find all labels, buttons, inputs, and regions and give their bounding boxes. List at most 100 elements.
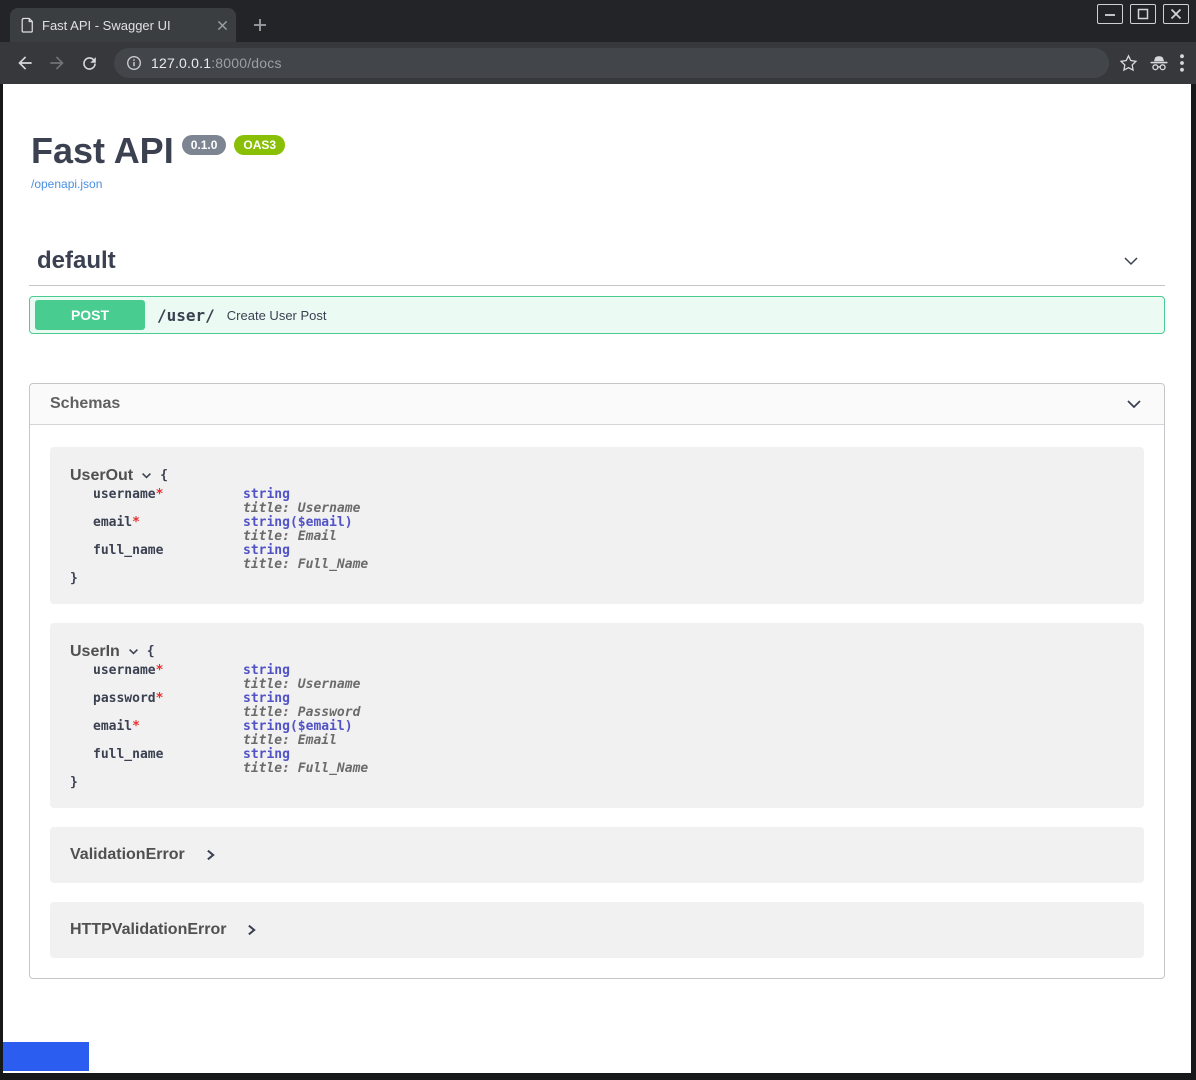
reload-icon xyxy=(80,54,99,73)
new-tab-button[interactable] xyxy=(246,11,274,39)
required-star: * xyxy=(156,663,164,678)
minimize-icon xyxy=(1103,8,1117,20)
info-icon[interactable] xyxy=(126,55,142,71)
tab-title: Fast API - Swagger UI xyxy=(42,18,209,33)
chevron-down-icon[interactable] xyxy=(1124,394,1144,414)
open-brace: { xyxy=(160,467,168,484)
close-icon xyxy=(1169,8,1183,20)
model-userin: UserIn { username* string title: Usernam… xyxy=(50,623,1144,808)
tab-strip: Fast API - Swagger UI xyxy=(0,0,1196,42)
back-button[interactable] xyxy=(10,48,40,78)
property-type: string($email) xyxy=(243,516,368,530)
property-name: email xyxy=(93,515,132,530)
openapi-spec-link[interactable]: /openapi.json xyxy=(31,177,102,191)
window-close-button[interactable] xyxy=(1163,4,1189,24)
url-text: 127.0.0.1:8000/docs xyxy=(151,55,282,71)
three-dots-icon xyxy=(1180,54,1184,72)
property-type: string xyxy=(243,748,368,762)
close-brace: } xyxy=(70,776,1124,790)
bookmark-star-button[interactable] xyxy=(1119,54,1138,73)
forward-arrow-icon xyxy=(47,53,67,73)
reload-button[interactable] xyxy=(74,48,104,78)
property-attr: title: Full_Name xyxy=(243,762,368,776)
browser-toolbar: 127.0.0.1:8000/docs xyxy=(0,42,1196,84)
chevron-right-icon[interactable] xyxy=(205,848,216,862)
status-bubble xyxy=(3,1042,89,1071)
star-icon xyxy=(1119,54,1138,73)
chevron-right-icon[interactable] xyxy=(246,923,257,937)
model-title: UserIn xyxy=(70,643,120,660)
property-type: string xyxy=(243,664,368,678)
property-attr: title: Username xyxy=(243,678,368,692)
window-maximize-button[interactable] xyxy=(1130,4,1156,24)
property-row: username* string title: Username xyxy=(93,664,368,692)
property-name: username xyxy=(93,663,156,678)
model-title: HTTPValidationError xyxy=(70,921,226,939)
property-row: username* string title: Username xyxy=(93,488,368,516)
browser-menu-button[interactable] xyxy=(1180,54,1184,72)
oas3-badge: OAS3 xyxy=(234,135,285,155)
required-star: * xyxy=(132,719,140,734)
property-row: email* string($email) title: Email xyxy=(93,516,368,544)
schemas-body: UserOut { username* string title: Userna… xyxy=(30,425,1164,978)
browser-tab[interactable]: Fast API - Swagger UI xyxy=(10,8,236,42)
endpoint-path: /user/ xyxy=(157,306,215,325)
schemas-section: Schemas UserOut { usern xyxy=(29,383,1165,979)
window-bottom-border xyxy=(0,1073,1196,1080)
post-method-badge: POST xyxy=(35,300,145,330)
property-name: full_name xyxy=(93,747,163,762)
schemas-header[interactable]: Schemas xyxy=(30,384,1164,425)
property-attr: title: Email xyxy=(243,734,368,748)
chevron-down-icon[interactable] xyxy=(140,469,153,482)
version-badge: 0.1.0 xyxy=(182,135,227,155)
model-toggle[interactable]: UserIn { xyxy=(70,643,1124,660)
property-name: full_name xyxy=(93,543,163,558)
window-minimize-button[interactable] xyxy=(1097,4,1123,24)
model-toggle[interactable]: UserOut { xyxy=(70,467,1124,484)
property-type: string xyxy=(243,544,368,558)
toolbar-right xyxy=(1119,54,1186,73)
window-controls xyxy=(1097,4,1189,24)
chevron-down-icon[interactable] xyxy=(127,645,140,658)
property-attr: title: Password xyxy=(243,706,368,720)
maximize-icon xyxy=(1136,8,1150,20)
property-row: full_name string title: Full_Name xyxy=(93,748,368,776)
required-star: * xyxy=(156,691,164,706)
close-icon xyxy=(217,20,228,31)
page-content: Fast API 0.1.0 OAS3 /openapi.json defaul… xyxy=(0,84,1196,1073)
property-attr: title: Full_Name xyxy=(243,558,368,572)
schemas-title: Schemas xyxy=(50,395,120,413)
property-attr: title: Username xyxy=(243,502,368,516)
model-validationerror[interactable]: ValidationError xyxy=(50,827,1144,883)
chevron-down-icon[interactable] xyxy=(1121,251,1141,271)
required-star: * xyxy=(156,487,164,502)
forward-button[interactable] xyxy=(42,48,72,78)
incognito-hat-icon xyxy=(1148,54,1170,73)
page-title: Fast API xyxy=(31,133,174,169)
property-type: string($email) xyxy=(243,720,368,734)
close-brace: } xyxy=(70,572,1124,586)
model-userout: UserOut { username* string title: Userna… xyxy=(50,447,1144,604)
page-icon xyxy=(20,17,34,33)
model-title: ValidationError xyxy=(70,846,185,864)
incognito-icon xyxy=(1148,54,1170,73)
required-star: * xyxy=(132,515,140,530)
tag-section-default: default POST /user/ Create User Post xyxy=(29,247,1165,334)
post-endpoint-row[interactable]: POST /user/ Create User Post xyxy=(29,296,1165,334)
back-arrow-icon xyxy=(15,53,35,73)
url-path: :8000/docs xyxy=(211,55,282,71)
address-bar[interactable]: 127.0.0.1:8000/docs xyxy=(114,48,1109,78)
tag-title: default xyxy=(37,247,116,275)
property-type: string xyxy=(243,488,368,502)
model-title: UserOut xyxy=(70,467,133,484)
property-row: email* string($email) title: Email xyxy=(93,720,368,748)
property-name: email xyxy=(93,719,132,734)
endpoint-summary: Create User Post xyxy=(227,308,327,323)
property-attr: title: Email xyxy=(243,530,368,544)
default-section-header[interactable]: default xyxy=(29,247,1165,286)
property-name: password xyxy=(93,691,156,706)
tab-close-button[interactable] xyxy=(217,20,228,31)
model-httpvalidationerror[interactable]: HTTPValidationError xyxy=(50,902,1144,958)
api-info-header: Fast API 0.1.0 OAS3 xyxy=(31,133,1165,169)
property-table: username* string title: Username passwor… xyxy=(93,664,368,776)
